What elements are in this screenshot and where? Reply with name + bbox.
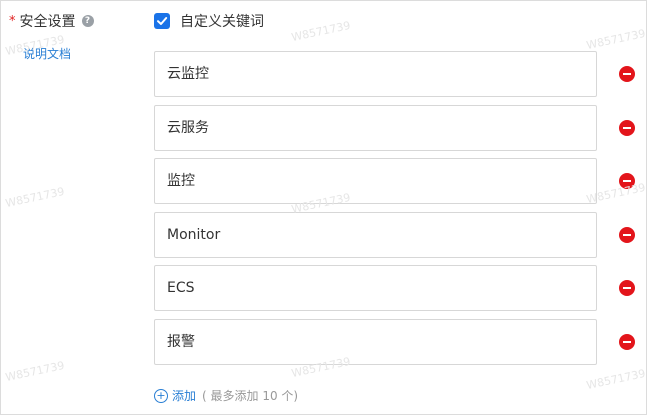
help-icon[interactable]: ? [81,15,94,27]
checkmark-icon [157,17,168,25]
add-keyword-button[interactable]: 添加 [172,387,196,404]
watermark: W8571739 [290,18,352,45]
keyword-row: 报警 [154,319,635,365]
keyword-row: 云服务 [154,105,635,151]
remove-keyword-icon[interactable] [619,334,635,350]
keyword-row: ECS [154,265,635,311]
custom-keywords-label: 自定义关键词 [180,14,264,30]
keyword-input[interactable]: 监控 [154,158,597,204]
add-keyword-row: + 添加 ( 最多添加 10 个) [154,387,298,404]
keyword-input[interactable]: ECS [154,265,597,311]
watermark: W8571739 [585,26,647,53]
docs-link[interactable]: 说明文档 [23,45,71,62]
remove-keyword-icon[interactable] [619,120,635,136]
custom-keywords-checkbox-row[interactable]: 自定义关键词 [154,11,264,31]
keyword-row: 监控 [154,158,635,204]
keyword-row: 云监控 [154,51,635,97]
remove-keyword-icon[interactable] [619,66,635,82]
security-label-group: * 安全设置 ? [9,11,94,31]
remove-keyword-icon[interactable] [619,173,635,189]
watermark: W8571739 [4,184,66,211]
keyword-input[interactable]: 报警 [154,319,597,365]
keyword-row: Monitor [154,212,635,258]
security-settings-panel: * 安全设置 ? 说明文档 自定义关键词 云监控 云服务 监控 Monitor … [0,0,647,415]
add-circle-icon[interactable]: + [154,388,168,403]
remove-keyword-icon[interactable] [619,280,635,296]
keyword-input[interactable]: 云监控 [154,51,597,97]
remove-keyword-icon[interactable] [619,227,635,243]
security-settings-label: 安全设置 [19,14,76,30]
keyword-input[interactable]: Monitor [154,212,597,258]
add-limit-hint: ( 最多添加 10 个) [202,389,299,403]
custom-keywords-checkbox[interactable] [154,13,170,29]
watermark: W8571739 [585,366,647,393]
required-mark: * [9,13,16,29]
watermark: W8571739 [4,358,66,385]
keyword-input[interactable]: 云服务 [154,105,597,151]
